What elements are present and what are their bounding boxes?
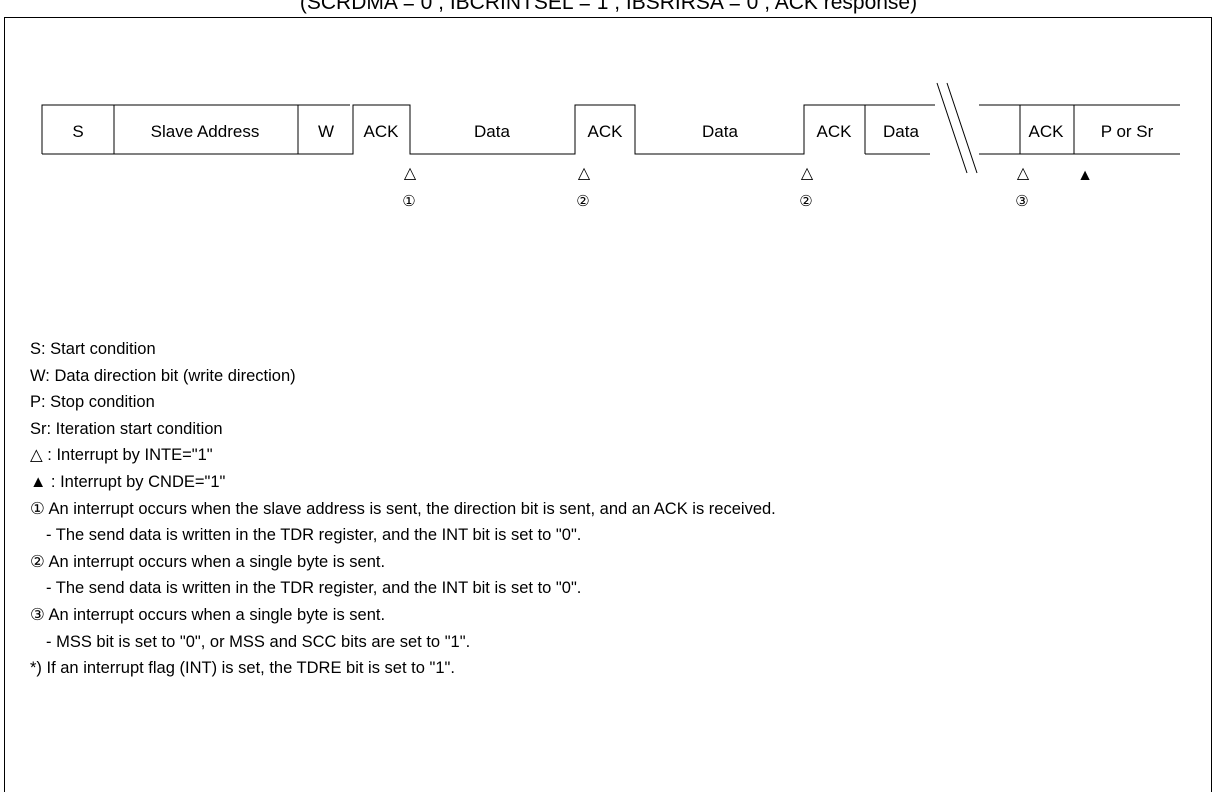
field-start: S [72, 122, 83, 141]
legend-write-direction: W: Data direction bit (write direction) [30, 366, 296, 385]
marker-label-3: ③ [1015, 193, 1028, 210]
filled-triangle-icon: ▲ [30, 472, 47, 491]
field-stop-or-repeat: P or Sr [1101, 122, 1154, 141]
page-title: (SCRDMA = 0 , IBCRINTSEL = 1 , IBSRIRSA … [299, 0, 918, 14]
open-triangle-icon: △ [578, 165, 591, 182]
legend-repeat-start: Sr: Iteration start condition [30, 419, 223, 438]
legend: S: Start condition W: Data direction bit… [30, 336, 776, 682]
note-3: ③ An interrupt occurs when a single byte… [30, 605, 386, 624]
open-triangle-icon: △ [801, 165, 814, 182]
legend-start-condition: S: Start condition [30, 340, 156, 358]
timing-diagram: S Slave Address W ACK Data ACK Data ACK … [41, 82, 1180, 210]
field-ack-2: ACK [588, 122, 624, 141]
legend-cnde-text: : Interrupt by CNDE="1" [46, 472, 226, 491]
note-2: ② An interrupt occurs when a single byte… [30, 552, 386, 571]
diagram-frame: S Slave Address W ACK Data ACK Data ACK … [4, 17, 1212, 792]
field-slave-address: Slave Address [151, 122, 260, 141]
note-1: ① An interrupt occurs when the slave add… [30, 499, 776, 518]
field-ack-3: ACK [817, 122, 853, 141]
field-ack-4: ACK [1029, 122, 1065, 141]
note-3-detail: - MSS bit is set to "0", or MSS and SCC … [46, 632, 471, 651]
field-data-3: Data [883, 122, 919, 141]
footnote: *) If an interrupt flag (INT) is set, th… [30, 659, 455, 678]
open-triangle-icon: △ [1017, 165, 1030, 182]
field-data-2: Data [702, 122, 738, 141]
field-write-bit: W [318, 122, 334, 141]
marker-label-2b: ② [799, 193, 812, 210]
filled-triangle-icon: ▲ [1077, 167, 1093, 184]
open-triangle-icon: △ [404, 165, 417, 182]
open-triangle-icon: △ [30, 446, 43, 465]
field-data-1: Data [474, 122, 510, 141]
break-marks [936, 82, 978, 174]
note-2-detail: - The send data is written in the TDR re… [46, 579, 582, 598]
legend-inte-text: : Interrupt by INTE="1" [42, 446, 213, 465]
marker-label-2: ② [576, 193, 589, 210]
legend-inte: △ : Interrupt by INTE="1" [30, 442, 776, 469]
marker-label-1: ① [402, 193, 415, 210]
field-ack-1: ACK [364, 122, 400, 141]
legend-stop-condition: P: Stop condition [30, 393, 155, 412]
note-1-detail: - The send data is written in the TDR re… [46, 526, 582, 545]
legend-cnde: ▲ : Interrupt by CNDE="1" [30, 469, 776, 496]
